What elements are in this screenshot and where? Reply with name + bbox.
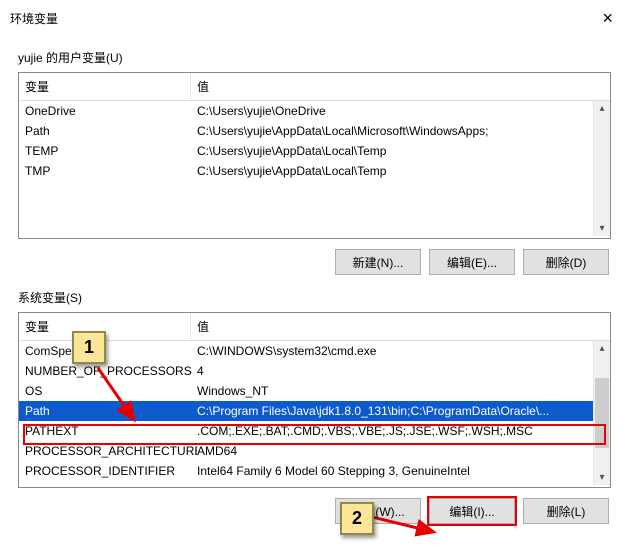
header-variable[interactable]: 变量 bbox=[19, 73, 191, 100]
table-row[interactable]: PROCESSOR_ARCHITECTURE AMD64 bbox=[19, 441, 610, 461]
system-button-row: 新建(W)... 编辑(I)... 删除(L) bbox=[18, 498, 611, 524]
scrollbar[interactable]: ▴ ▾ bbox=[593, 341, 610, 485]
system-table-body[interactable]: ComSpec C:\WINDOWS\system32\cmd.exe NUMB… bbox=[19, 341, 610, 485]
system-edit-button[interactable]: 编辑(I)... bbox=[429, 498, 515, 524]
system-delete-button[interactable]: 删除(L) bbox=[523, 498, 609, 524]
user-delete-button[interactable]: 删除(D) bbox=[523, 249, 609, 275]
user-vars-panel: 变量 值 OneDrive C:\Users\yujie\OneDrive Pa… bbox=[18, 72, 611, 239]
user-table-body[interactable]: OneDrive C:\Users\yujie\OneDrive Path C:… bbox=[19, 101, 610, 236]
table-row[interactable]: ComSpec C:\WINDOWS\system32\cmd.exe bbox=[19, 341, 610, 361]
table-row[interactable]: TEMP C:\Users\yujie\AppData\Local\Temp bbox=[19, 141, 610, 161]
table-row[interactable]: Path C:\Users\yujie\AppData\Local\Micros… bbox=[19, 121, 610, 141]
user-vars-label: yujie 的用户变量(U) bbox=[18, 49, 611, 66]
table-row-selected[interactable]: Path C:\Program Files\Java\jdk1.8.0_131\… bbox=[19, 401, 610, 421]
scroll-thumb[interactable] bbox=[595, 378, 609, 448]
titlebar: 环境变量 × bbox=[0, 0, 629, 37]
scroll-up-icon[interactable]: ▴ bbox=[597, 101, 606, 116]
system-vars-panel: 变量 值 ComSpec C:\WINDOWS\system32\cmd.exe… bbox=[18, 312, 611, 488]
user-table-header: 变量 值 bbox=[19, 73, 610, 101]
user-new-button[interactable]: 新建(N)... bbox=[335, 249, 421, 275]
scroll-down-icon[interactable]: ▾ bbox=[597, 221, 606, 236]
table-row[interactable]: OneDrive C:\Users\yujie\OneDrive bbox=[19, 101, 610, 121]
scrollbar[interactable]: ▴ ▾ bbox=[593, 101, 610, 236]
header-value[interactable]: 值 bbox=[191, 313, 593, 340]
user-button-row: 新建(N)... 编辑(E)... 删除(D) bbox=[18, 249, 611, 275]
callout-1: 1 bbox=[72, 331, 106, 364]
scroll-up-icon[interactable]: ▴ bbox=[597, 341, 606, 356]
table-row[interactable]: OS Windows_NT bbox=[19, 381, 610, 401]
scroll-down-icon[interactable]: ▾ bbox=[597, 470, 606, 485]
table-row[interactable]: PROCESSOR_IDENTIFIER Intel64 Family 6 Mo… bbox=[19, 461, 610, 481]
table-row[interactable]: NUMBER_OF_PROCESSORS 4 bbox=[19, 361, 610, 381]
system-table-header: 变量 值 bbox=[19, 313, 610, 341]
window-title: 环境变量 bbox=[10, 10, 58, 27]
table-row[interactable]: TMP C:\Users\yujie\AppData\Local\Temp bbox=[19, 161, 610, 181]
user-edit-button[interactable]: 编辑(E)... bbox=[429, 249, 515, 275]
system-vars-label: 系统变量(S) bbox=[18, 289, 611, 306]
header-value[interactable]: 值 bbox=[191, 73, 593, 100]
close-icon[interactable]: × bbox=[596, 8, 619, 29]
table-row[interactable]: PATHEXT .COM;.EXE;.BAT;.CMD;.VBS;.VBE;.J… bbox=[19, 421, 610, 441]
callout-2: 2 bbox=[340, 502, 374, 535]
